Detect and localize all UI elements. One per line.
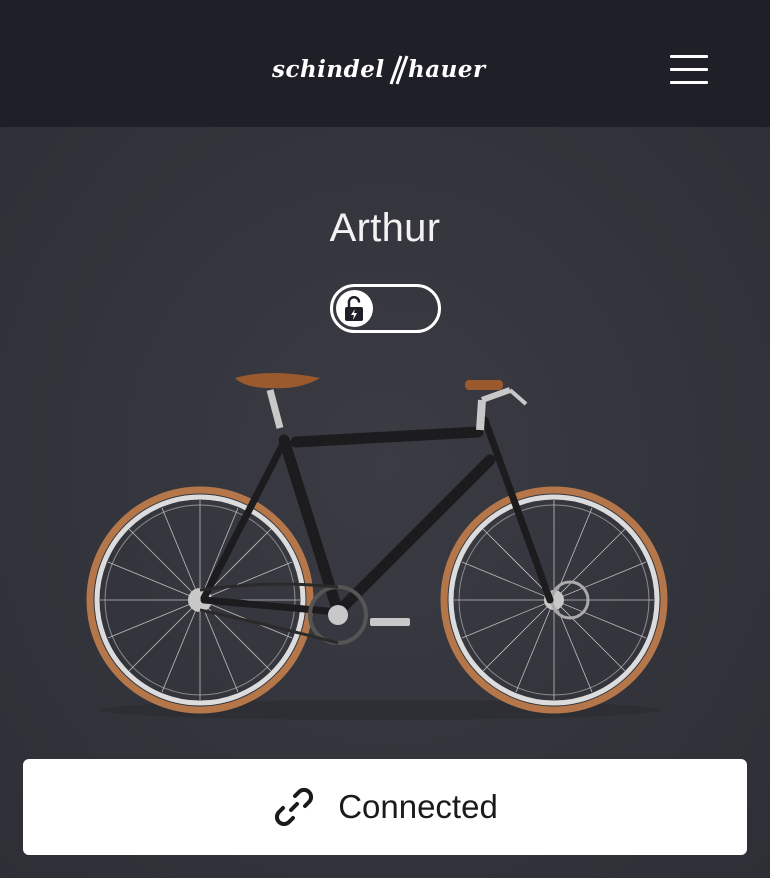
connection-status-label: Connected	[338, 788, 498, 825]
link-icon	[275, 787, 314, 827]
svg-text:schindel: schindel	[271, 56, 385, 83]
lock-toggle[interactable]	[330, 284, 441, 333]
bicycle-image	[80, 360, 680, 730]
hamburger-menu-icon[interactable]	[664, 50, 714, 90]
app-header: schindel hauer	[0, 0, 770, 127]
brand-logo: schindel hauer	[270, 52, 502, 88]
unlocked-padlock-bolt-icon	[336, 290, 373, 327]
svg-text:hauer: hauer	[408, 56, 487, 83]
schindelhauer-wordmark: schindel hauer	[271, 55, 487, 85]
connection-button[interactable]: Connected	[23, 759, 747, 855]
bike-name: Arthur	[329, 206, 441, 250]
